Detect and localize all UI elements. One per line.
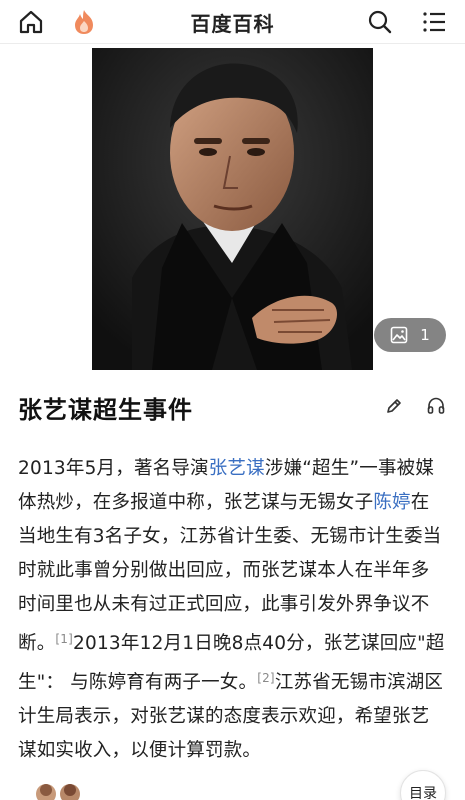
reference-marker[interactable]: [1]: [55, 632, 73, 646]
summary-text: 2013年5月，著名导演: [18, 458, 209, 479]
pencil-edit-icon[interactable]: [384, 396, 404, 416]
gallery-count: 1: [420, 326, 430, 344]
headphones-listen-icon[interactable]: [426, 396, 446, 416]
top-navigation-bar: 百度百科: [0, 0, 465, 44]
table-of-contents-button[interactable]: 目录: [400, 770, 446, 800]
article-title-row: 张艺谋超生事件: [18, 390, 450, 426]
image-gallery-icon: [390, 326, 408, 344]
portrait-illustration: [92, 48, 373, 370]
reference-marker[interactable]: [2]: [257, 671, 275, 685]
page-title: 张艺谋超生事件: [18, 396, 193, 424]
search-icon[interactable]: [364, 6, 396, 38]
menu-icon[interactable]: [418, 6, 450, 38]
toc-label: 目录: [409, 786, 437, 800]
gallery-count-badge[interactable]: 1: [374, 318, 446, 352]
hero-image[interactable]: [92, 48, 373, 370]
summary-text: 在当地生有3名子女，江苏省计生委、无锡市计生委当时就此事曾分别做出回应，而张艺谋…: [18, 492, 442, 654]
related-people-thumbnails[interactable]: [36, 780, 86, 800]
link-zhang-yimou[interactable]: 张艺谋: [209, 458, 265, 479]
link-chen-ting[interactable]: 陈婷: [373, 492, 410, 513]
article-summary: 2013年5月，著名导演张艺谋涉嫌“超生”一事被媒体热炒，在多报道中称，张艺谋与…: [18, 452, 448, 768]
